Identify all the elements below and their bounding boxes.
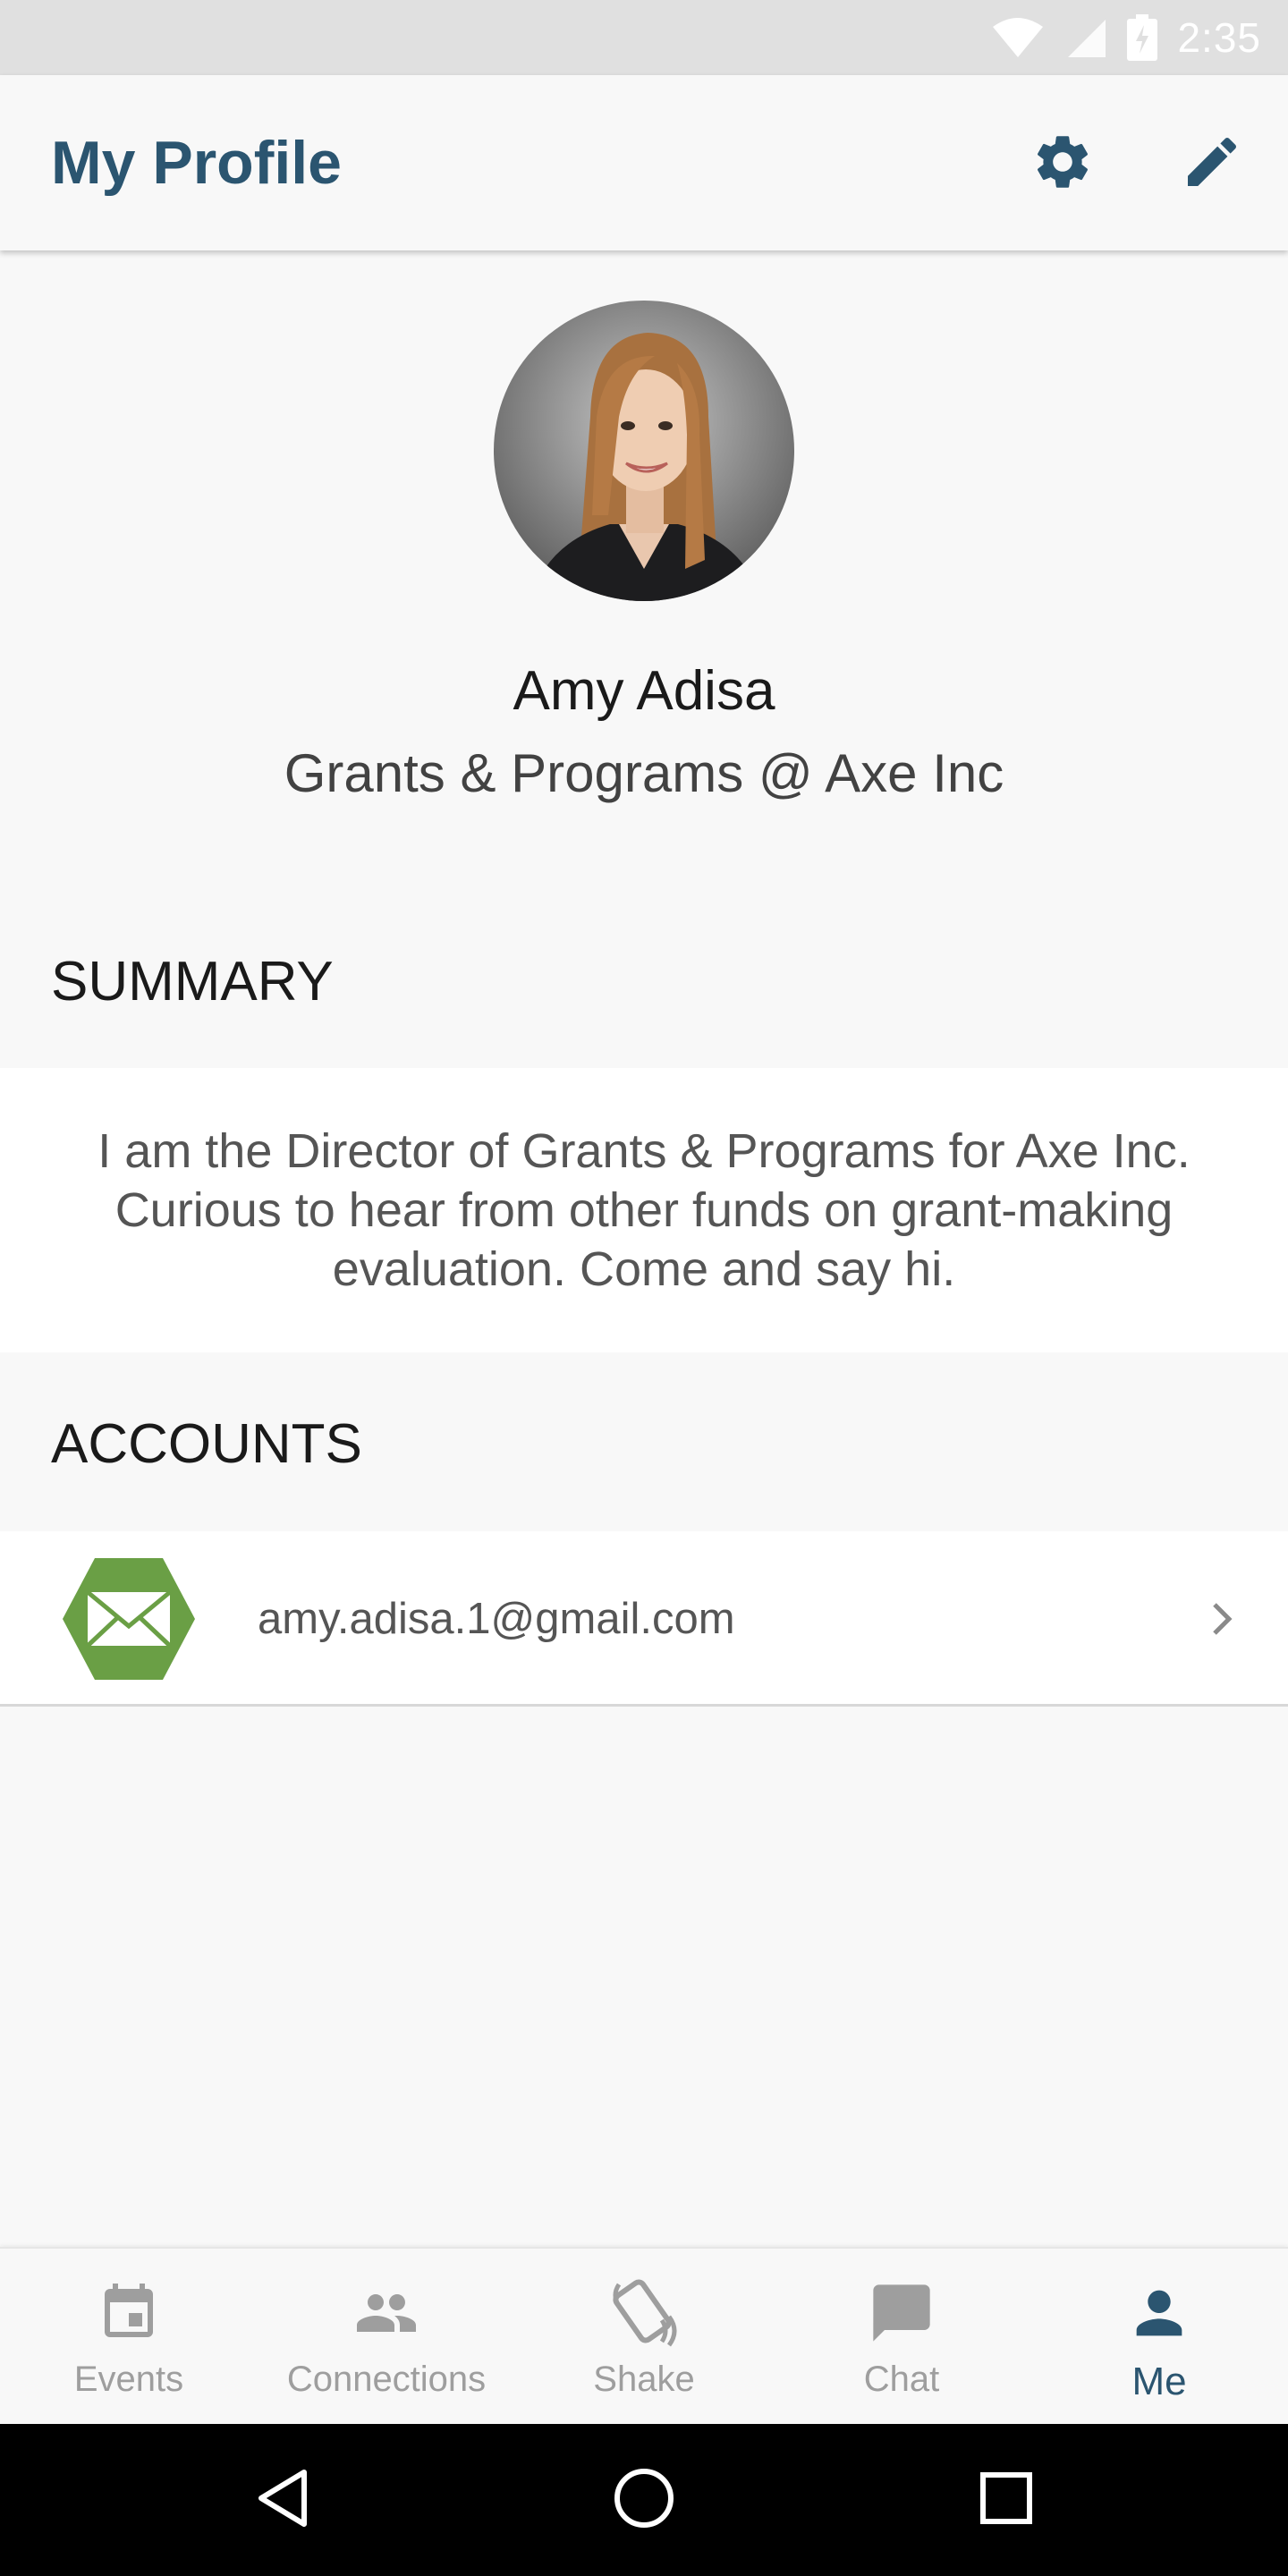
bottom-navigation: Events Connections Shake Chat Me [0, 2247, 1288, 2424]
nav-item-connections[interactable]: Connections [258, 2249, 515, 2424]
page-title: My Profile [51, 129, 342, 197]
chat-bubble-icon [864, 2275, 939, 2351]
calendar-icon [91, 2275, 166, 2351]
nav-item-me[interactable]: Me [1030, 2249, 1288, 2424]
person-icon [1122, 2275, 1197, 2351]
gear-icon [1030, 130, 1095, 199]
system-back-button[interactable] [243, 2460, 324, 2540]
account-email: amy.adisa.1@gmail.com [258, 1595, 735, 1643]
status-time: 2:35 [1177, 14, 1261, 61]
cell-signal-icon [1064, 16, 1107, 59]
nav-label-events: Events [73, 2360, 184, 2399]
summary-text: I am the Director of Grants & Programs f… [97, 1124, 1191, 1296]
home-circle-icon [612, 2466, 676, 2535]
app-bar: My Profile [0, 75, 1288, 250]
profile-name: Amy Adisa [513, 660, 775, 722]
nav-item-chat[interactable]: Chat [773, 2249, 1030, 2424]
profile-job-title: Grants & Programs @ Axe Inc [284, 743, 1004, 803]
edit-profile-button[interactable] [1172, 123, 1252, 204]
summary-box: I am the Director of Grants & Programs f… [0, 1068, 1288, 1352]
accounts-header: ACCOUNTS [51, 1413, 362, 1475]
battery-icon [1127, 14, 1158, 61]
settings-button[interactable] [1022, 123, 1103, 204]
status-bar: 2:35 [0, 0, 1288, 75]
wifi-icon [991, 16, 1045, 59]
pencil-icon [1180, 130, 1244, 199]
nav-label-connections: Connections [286, 2360, 487, 2399]
nav-label-shake: Shake [593, 2360, 695, 2399]
account-row-email[interactable]: amy.adisa.1@gmail.com [0, 1531, 1288, 1707]
back-triangle-icon [252, 2467, 315, 2534]
avatar [494, 301, 794, 601]
nav-label-me: Me [1131, 2360, 1187, 2403]
shake-phone-icon [606, 2275, 682, 2351]
recents-square-icon [978, 2470, 1035, 2531]
nav-item-events[interactable]: Events [0, 2249, 258, 2424]
people-icon [349, 2275, 424, 2351]
system-navigation-bar [0, 2424, 1288, 2576]
summary-header: SUMMARY [51, 951, 334, 1013]
mail-icon [61, 1556, 197, 1682]
nav-label-chat: Chat [863, 2360, 940, 2399]
system-recents-button[interactable] [966, 2460, 1046, 2540]
chevron-right-icon [1204, 1601, 1240, 1637]
system-home-button[interactable] [604, 2460, 684, 2540]
nav-item-shake[interactable]: Shake [515, 2249, 773, 2424]
